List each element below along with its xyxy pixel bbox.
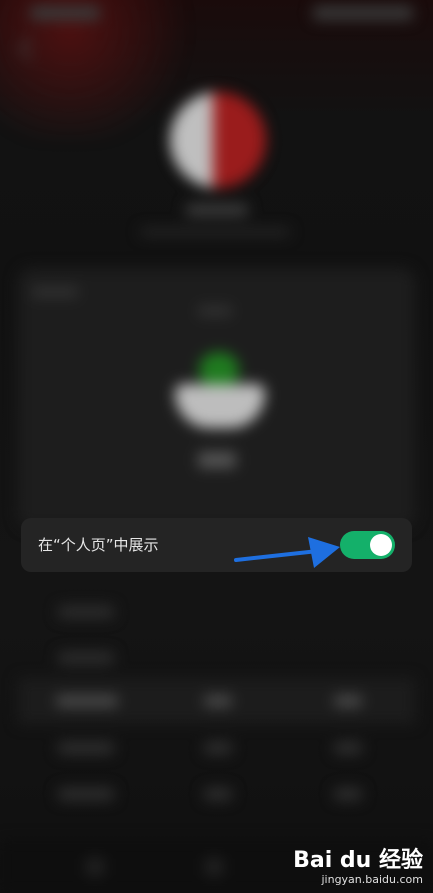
baidu-jingyan-watermark: Bai du 经验 jingyan.baidu.com bbox=[293, 849, 423, 887]
show-on-profile-setting-row[interactable]: 在“个人页”中展示 bbox=[21, 518, 412, 572]
plant-label-placeholder bbox=[198, 452, 236, 468]
status-bar-left bbox=[30, 6, 100, 20]
list-item bbox=[58, 606, 114, 618]
nav-icon bbox=[86, 858, 104, 876]
plant-icon bbox=[199, 352, 239, 386]
pot-bowl bbox=[175, 384, 265, 428]
table-cell bbox=[334, 695, 362, 707]
card-label-placeholder bbox=[32, 287, 78, 297]
background-glow bbox=[0, 0, 200, 140]
table-cell bbox=[56, 695, 118, 707]
nav-icon bbox=[205, 858, 223, 876]
table-cell bbox=[204, 788, 232, 800]
profile-name-placeholder bbox=[186, 204, 248, 216]
table-cell bbox=[334, 788, 362, 800]
show-on-profile-toggle[interactable] bbox=[340, 531, 395, 559]
watermark-logo: Bai du 经验 bbox=[293, 848, 423, 873]
table-cell bbox=[58, 742, 114, 754]
toggle-knob bbox=[370, 534, 392, 556]
table-cell bbox=[334, 742, 362, 754]
table-cell bbox=[58, 788, 114, 800]
avatar bbox=[170, 92, 266, 188]
card-tag-placeholder bbox=[198, 306, 232, 316]
list-item bbox=[58, 652, 114, 664]
table-cell bbox=[204, 695, 232, 707]
screen: 在“个人页”中展示 Bai du 经验 jingyan.baidu.com bbox=[0, 0, 433, 893]
table-cell bbox=[204, 742, 232, 754]
plant-pot-icon bbox=[175, 348, 265, 428]
status-bar-right bbox=[313, 6, 413, 20]
watermark-url: jingyan.baidu.com bbox=[321, 873, 423, 886]
profile-subtitle-placeholder bbox=[140, 228, 290, 236]
blurred-background bbox=[0, 0, 433, 893]
setting-label: 在“个人页”中展示 bbox=[38, 536, 159, 554]
